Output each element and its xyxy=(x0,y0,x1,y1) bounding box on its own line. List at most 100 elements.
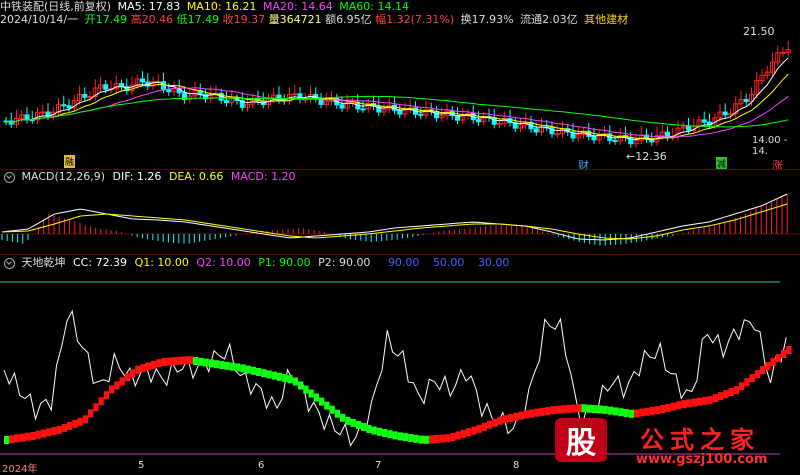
indicator-title: 天地乾坤 xyxy=(21,256,66,269)
trend-band-segment xyxy=(565,404,571,413)
trend-band-segment xyxy=(765,362,771,371)
trend-band-segment xyxy=(271,371,277,380)
candle-body xyxy=(491,117,497,125)
trend-band-segment xyxy=(487,420,493,429)
trend-band-segment xyxy=(177,356,183,365)
trend-band-segment xyxy=(240,364,246,373)
trend-band-segment xyxy=(707,396,713,405)
candle-body xyxy=(628,137,634,145)
trend-band-segment xyxy=(523,410,529,419)
trend-band-segment xyxy=(434,434,440,443)
trend-band-segment xyxy=(9,435,15,444)
price-chart[interactable] xyxy=(0,26,800,170)
macd-chart[interactable] xyxy=(0,184,800,254)
axis-year: 2024年 xyxy=(2,464,38,475)
trend-band-segment xyxy=(529,409,535,418)
trend-band-segment xyxy=(261,369,267,378)
trend-band-segment xyxy=(544,407,550,416)
macd-dea: DEA: 0.66 xyxy=(168,170,224,183)
header-row-1: 中铁装配(日线,前复权) MA5: 17.83 MA10: 16.21 MA20… xyxy=(0,0,412,14)
trend-band-segment xyxy=(130,369,136,378)
quote-sector[interactable]: 其他建材 xyxy=(584,13,628,26)
trend-band-segment xyxy=(670,402,676,411)
expand-icon[interactable] xyxy=(4,171,15,183)
trend-band-segment xyxy=(739,382,745,391)
trend-band-segment xyxy=(460,429,466,438)
trend-band-segment xyxy=(655,406,661,415)
trend-band-segment xyxy=(51,427,57,436)
trend-band-segment xyxy=(439,434,445,443)
trend-band-segment xyxy=(350,418,356,427)
marker-rong[interactable]: 融 xyxy=(64,155,76,168)
trend-band-segment xyxy=(366,424,372,433)
stock-title[interactable]: 中铁装配(日线,前复权) xyxy=(0,0,111,13)
ma60-value: MA60: 14.14 xyxy=(339,0,409,13)
panel-divider xyxy=(0,254,800,255)
expand-icon[interactable] xyxy=(4,257,15,269)
marker-cai[interactable]: 财 xyxy=(578,157,589,173)
quote-date: 2024/10/14/一 xyxy=(0,13,79,26)
candle-body xyxy=(40,111,46,114)
candle-body xyxy=(24,114,30,121)
trend-band-segment xyxy=(660,404,666,413)
trend-band-segment xyxy=(576,404,582,413)
trend-band-segment xyxy=(481,422,487,431)
trend-band-segment xyxy=(303,385,309,394)
trend-band-segment xyxy=(471,426,477,435)
candle-body xyxy=(476,119,481,123)
trend-band-segment xyxy=(109,385,115,394)
axis-month-8: 8 xyxy=(513,460,520,471)
candle-body xyxy=(591,135,597,141)
trend-band-segment xyxy=(550,406,556,415)
trend-band-segment xyxy=(497,416,503,425)
trend-band-segment xyxy=(193,356,199,365)
trend-band-segment xyxy=(450,433,456,442)
macd-dif: DIF: 1.26 xyxy=(112,170,162,183)
trend-band-segment xyxy=(214,360,220,369)
trend-band-segment xyxy=(61,423,67,432)
trend-band-segment xyxy=(455,431,461,440)
candle-body xyxy=(497,122,502,125)
trend-band-segment xyxy=(14,434,20,443)
trend-band-segment xyxy=(229,362,235,371)
trend-band-segment xyxy=(224,361,230,370)
trend-band-segment xyxy=(114,381,120,390)
trend-band-segment xyxy=(775,354,781,363)
trend-band-segment xyxy=(93,403,99,412)
trend-band-segment xyxy=(644,407,650,416)
trend-band-segment xyxy=(634,409,640,418)
trend-band-segment xyxy=(770,358,776,367)
trend-band-segment xyxy=(361,422,367,431)
trend-band-segment xyxy=(749,374,755,383)
trend-band-segment xyxy=(760,366,766,375)
trend-band-segment xyxy=(539,407,545,416)
indicator-cc: CC: 72.39 xyxy=(73,256,128,269)
trend-band-segment xyxy=(345,416,351,425)
quote-high: 高20.46 xyxy=(130,13,174,26)
quote-float-cap: 流通2.03亿 xyxy=(520,13,578,26)
trend-band-segment xyxy=(623,409,629,418)
trend-band-segment xyxy=(613,407,619,416)
trend-band-segment xyxy=(733,386,739,395)
trend-band-segment xyxy=(256,367,262,376)
candle-body xyxy=(665,131,670,138)
trend-band-segment xyxy=(445,434,451,443)
quote-open: 开17.49 xyxy=(84,13,128,26)
trend-band-segment xyxy=(266,370,272,379)
trend-band-segment xyxy=(513,412,519,421)
trend-band-segment xyxy=(649,406,655,415)
trend-band-segment xyxy=(728,388,734,397)
candle-body xyxy=(224,99,229,104)
trend-band-segment xyxy=(166,357,172,366)
trend-band-segment xyxy=(697,397,703,406)
indicator-q1: Q1: 10.00 xyxy=(134,256,189,269)
trend-band-segment xyxy=(203,358,209,367)
trend-band-segment xyxy=(592,405,598,414)
trend-band-segment xyxy=(324,401,330,410)
marker-zhang[interactable]: 涨 xyxy=(772,157,783,173)
trend-band-segment xyxy=(156,359,162,368)
trend-band-segment xyxy=(681,400,687,409)
trend-band-segment xyxy=(555,405,561,414)
trend-band-segment xyxy=(418,435,424,444)
trend-band-segment xyxy=(72,419,78,428)
